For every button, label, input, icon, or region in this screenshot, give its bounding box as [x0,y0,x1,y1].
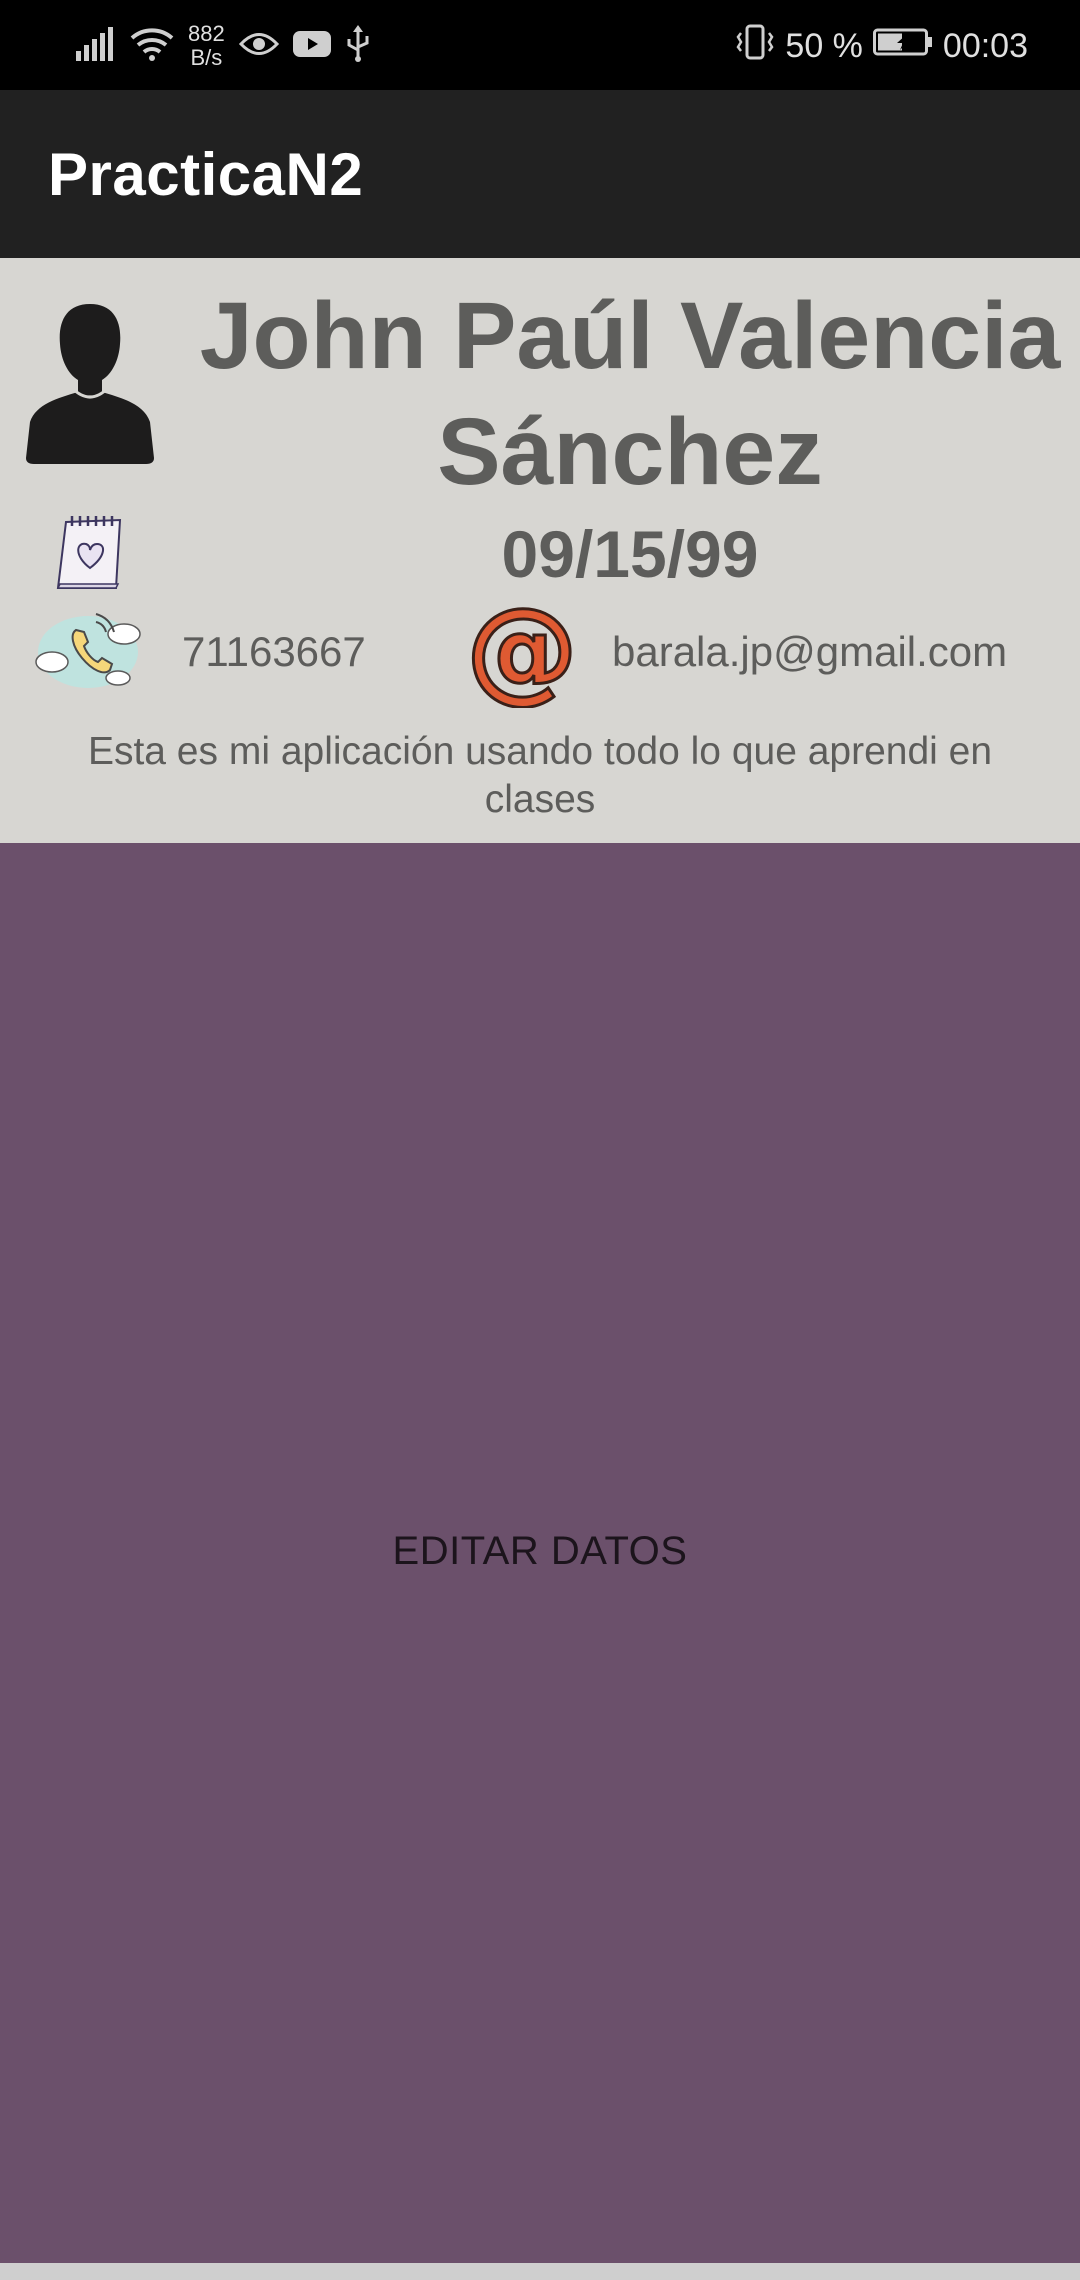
screen: 882 B/s 50 % 00:03 PracticaN2 John Paúl … [0,0,1080,2280]
app-bar: PracticaN2 [0,90,1080,258]
calendar-heart-icon [54,508,126,592]
avatar-icon [24,298,156,466]
svg-text:@: @ [468,596,576,708]
usb-icon [345,24,371,68]
clock: 00:03 [942,26,1028,65]
email-address: barala.jp@gmail.com [612,628,1008,675]
at-sign-icon: @ [465,584,580,717]
battery-icon [872,27,933,66]
battery-percent: 50 % [785,26,863,65]
eye-icon [238,29,279,64]
status-left-group: 882 B/s [76,18,371,74]
status-bar: 882 B/s 50 % 00:03 [0,0,1080,90]
signal-icon [76,26,116,66]
vibrate-icon [735,23,775,70]
edit-data-label: EDITAR DATOS [392,1529,688,1573]
edit-data-button[interactable]: EDITAR DATOS [0,843,1080,2263]
bottom-strip [0,2263,1080,2280]
status-right-group: 50 % 00:03 [735,18,1028,74]
network-speed-unit: B/s [190,45,223,70]
profile-name: John Paúl Valencia Sánchez [199,283,1061,505]
app-title: PracticaN2 [48,141,364,208]
profile-description: Esta es mi aplicación usando todo lo que… [87,730,993,821]
wifi-icon [130,26,174,67]
network-speed: 882 B/s [188,22,225,70]
network-speed-value: 882 [188,21,225,46]
birthdate: 09/15/99 [501,517,759,591]
phone-number: 71163667 [182,628,366,675]
phone-icon [32,604,148,694]
profile-card: John Paúl Valencia Sánchez 09/15/99 7116… [0,258,1080,843]
youtube-icon [292,29,331,64]
